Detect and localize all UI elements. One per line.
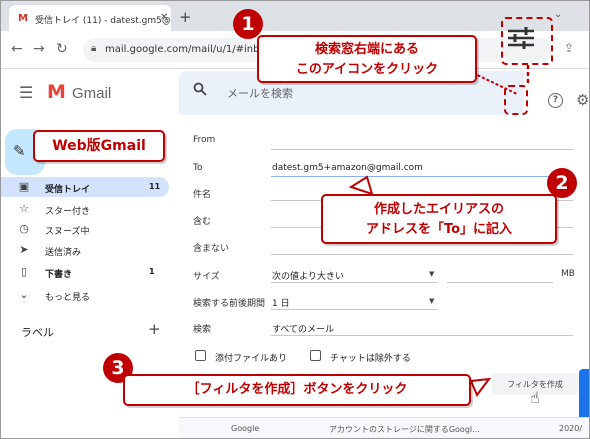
date-within-select[interactable]: 1 日 bbox=[272, 296, 290, 309]
sidebar-item-label: スター付き bbox=[45, 207, 91, 217]
step1-line2: このアイコンをクリック bbox=[295, 62, 439, 77]
sidebar-item-label: もっと見る bbox=[45, 293, 91, 303]
from-field[interactable] bbox=[271, 149, 573, 150]
search-placeholder: メールを検索 bbox=[227, 87, 293, 100]
date-within-label: 検索する前後期間 bbox=[193, 299, 266, 309]
settings-gear-icon[interactable]: ⚙ bbox=[576, 91, 589, 109]
mail-list-row[interactable]: Google アカウントのストレージに関するGoogl... 2020/ bbox=[179, 417, 589, 438]
sidebar-item-label: 受信トレイ bbox=[45, 185, 91, 195]
has-attachment-label: 添付ファイルあり bbox=[215, 354, 288, 364]
to-field[interactable] bbox=[271, 176, 573, 177]
date-within-underline bbox=[271, 309, 437, 310]
size-operator-underline bbox=[271, 282, 437, 283]
clock-icon: ◷ bbox=[19, 222, 29, 235]
share-icon[interactable]: ⇪ bbox=[564, 41, 574, 55]
forward-icon[interactable]: → bbox=[33, 41, 45, 57]
dropdown-arrow-icon[interactable]: ▼ bbox=[429, 297, 434, 305]
back-icon[interactable]: ← bbox=[11, 41, 23, 57]
chevron-down-icon: ⌄ bbox=[19, 288, 29, 301]
sidebar-item-more[interactable]: ⌄ もっと見る bbox=[1, 285, 169, 305]
row-date: 2020/ bbox=[559, 424, 583, 433]
url-text: mail.google.com/mail/u/1/#inbox bbox=[105, 44, 272, 55]
doesnt-have-field[interactable] bbox=[271, 254, 573, 255]
size-label: サイズ bbox=[193, 272, 220, 282]
draft-icon: ▯ bbox=[20, 265, 28, 278]
search-scope-underline bbox=[271, 335, 573, 336]
web-gmail-callout: Web版Gmail bbox=[33, 130, 165, 162]
sidebar-item-starred[interactable]: ☆ スター付き bbox=[1, 199, 169, 219]
help-icon[interactable]: ? bbox=[548, 93, 563, 108]
gmail-favicon-icon: M bbox=[18, 13, 28, 24]
main-menu-icon[interactable]: ☰ bbox=[19, 83, 33, 102]
step2-line2: アドレスを「To」に記入 bbox=[365, 222, 513, 237]
from-label: From bbox=[193, 135, 216, 145]
to-field-value[interactable]: datest.gm5+amazon@gmail.com bbox=[272, 163, 423, 173]
size-value-field[interactable] bbox=[447, 282, 553, 283]
search-options-highlight bbox=[504, 85, 528, 115]
lock-icon: 🔒︎ bbox=[91, 43, 97, 54]
browser-tab-inbox[interactable]: M 受信トレイ (11) - datest.gm5@gm ✕ bbox=[9, 5, 171, 31]
labels-heading: ラベル bbox=[21, 326, 54, 339]
size-unit-select[interactable]: MB bbox=[561, 269, 575, 279]
step1-badge: 1 bbox=[233, 9, 263, 39]
reload-icon[interactable]: ↻ bbox=[56, 41, 68, 57]
tab-search-chevron-icon[interactable]: ⌄ bbox=[554, 9, 562, 20]
tab-close-icon[interactable]: ✕ bbox=[160, 12, 168, 23]
sidebar-item-inbox[interactable]: ▣ 受信トレイ 11 bbox=[1, 177, 169, 197]
subject-label: 件名 bbox=[193, 190, 212, 200]
search-icon[interactable] bbox=[193, 82, 207, 96]
exclude-chats-label: チャットは除外する bbox=[330, 354, 411, 364]
add-label-icon[interactable]: + bbox=[148, 320, 161, 338]
step2-line1: 作成したエイリアスの bbox=[373, 202, 504, 217]
inbox-icon: ▣ bbox=[18, 180, 30, 193]
has-attachment-checkbox[interactable] bbox=[195, 350, 206, 361]
unread-count: 11 bbox=[149, 182, 161, 191]
dropdown-arrow-icon[interactable]: ▼ bbox=[429, 270, 434, 278]
sidebar-item-sent[interactable]: ➤ 送信済み bbox=[1, 240, 169, 260]
send-icon: ➤ bbox=[19, 243, 29, 256]
doesnt-have-label: 含まない bbox=[193, 244, 230, 254]
step1-callout: 検索窓右端にある このアイコンをクリック bbox=[257, 35, 477, 83]
sidebar-item-drafts[interactable]: ▯ 下書き 1 bbox=[1, 262, 169, 282]
has-words-label: 含む bbox=[193, 217, 212, 227]
hand-cursor-icon: ☝ bbox=[530, 388, 540, 407]
row-sender: Google bbox=[231, 424, 260, 433]
filter-options-icon[interactable] bbox=[506, 26, 536, 50]
screenshot-frame: M 受信トレイ (11) - datest.gm5@gm ✕ + ⌄ ← → ↻… bbox=[0, 0, 590, 439]
sidebar-item-label: 送信済み bbox=[45, 248, 82, 258]
to-label: To bbox=[193, 163, 203, 173]
step3-callout: ［フィルタを作成］ボタンをクリック bbox=[123, 374, 471, 406]
star-icon: ☆ bbox=[19, 202, 29, 215]
sidebar-item-snoozed[interactable]: ◷ スヌーズ中 bbox=[1, 219, 169, 239]
draft-count: 1 bbox=[149, 267, 155, 276]
gmail-wordmark[interactable]: Gmail bbox=[72, 85, 111, 102]
search-scope-label: 検索 bbox=[193, 325, 212, 335]
gmail-logo-icon[interactable]: M bbox=[47, 81, 66, 103]
pencil-icon: ✎ bbox=[13, 142, 26, 160]
exclude-chats-checkbox[interactable] bbox=[310, 350, 321, 361]
sidebar-item-label: スヌーズ中 bbox=[45, 227, 90, 237]
row-subject: アカウントのストレージに関するGoogl... bbox=[329, 425, 480, 434]
new-tab-icon[interactable]: + bbox=[179, 8, 192, 26]
tab-title: 受信トレイ (11) - datest.gm5@gm bbox=[35, 16, 171, 26]
size-operator-select[interactable]: 次の値より大きい bbox=[272, 269, 344, 282]
search-scope-select[interactable]: すべてのメール bbox=[272, 322, 334, 335]
sidebar-item-label: 下書き bbox=[45, 270, 73, 280]
step1-line1: 検索窓右端にある bbox=[314, 42, 419, 57]
step2-callout: 作成したエイリアスの アドレスを「To」に記入 bbox=[321, 194, 557, 244]
